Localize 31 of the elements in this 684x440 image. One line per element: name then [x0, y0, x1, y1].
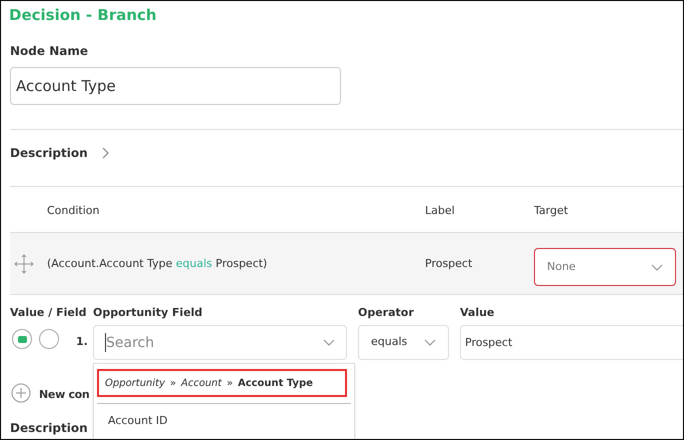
target-select[interactable]: None [534, 248, 676, 286]
move-icon[interactable] [14, 254, 34, 274]
add-icon[interactable] [11, 383, 31, 403]
column-header: Target [534, 203, 568, 219]
panel-title: Decision - Branch [9, 5, 157, 26]
dropdown-item[interactable]: Account ID [108, 413, 168, 430]
chevron-down-icon [651, 264, 663, 270]
chevron-right-icon[interactable] [102, 147, 109, 159]
search-field[interactable]: Search [93, 325, 347, 360]
row-number: 1. [76, 334, 88, 350]
section-label[interactable]: Description [10, 144, 88, 162]
column-header: Condition [47, 203, 100, 219]
chevron-down-icon [424, 339, 436, 346]
field-label: Node Name [10, 43, 88, 60]
condition-row[interactable]: (Account.Account Type equals Prospect) Prospect None [10, 232, 683, 295]
column-header: Operator [358, 305, 414, 321]
new-condition-link[interactable]: New con [39, 387, 90, 404]
radio-button[interactable] [12, 329, 32, 349]
node-name-input[interactable]: Account Type [10, 67, 341, 105]
section-label[interactable]: Description [10, 419, 88, 437]
chevron-down-icon [323, 339, 335, 346]
column-header: Opportunity Field [93, 305, 202, 321]
condition-text: (Account.Account Type equals Prospect) [47, 256, 268, 272]
column-header: Value / Field [10, 305, 86, 321]
breadcrumb-path: Opportunity » Account » Account Type [97, 369, 347, 397]
column-header: Value [460, 305, 494, 321]
label-text: Prospect [425, 256, 472, 272]
operator-select[interactable]: equals [358, 325, 449, 360]
radio-button[interactable] [39, 329, 59, 349]
value-input[interactable]: Prospect [460, 325, 683, 360]
column-header: Label [425, 203, 455, 219]
